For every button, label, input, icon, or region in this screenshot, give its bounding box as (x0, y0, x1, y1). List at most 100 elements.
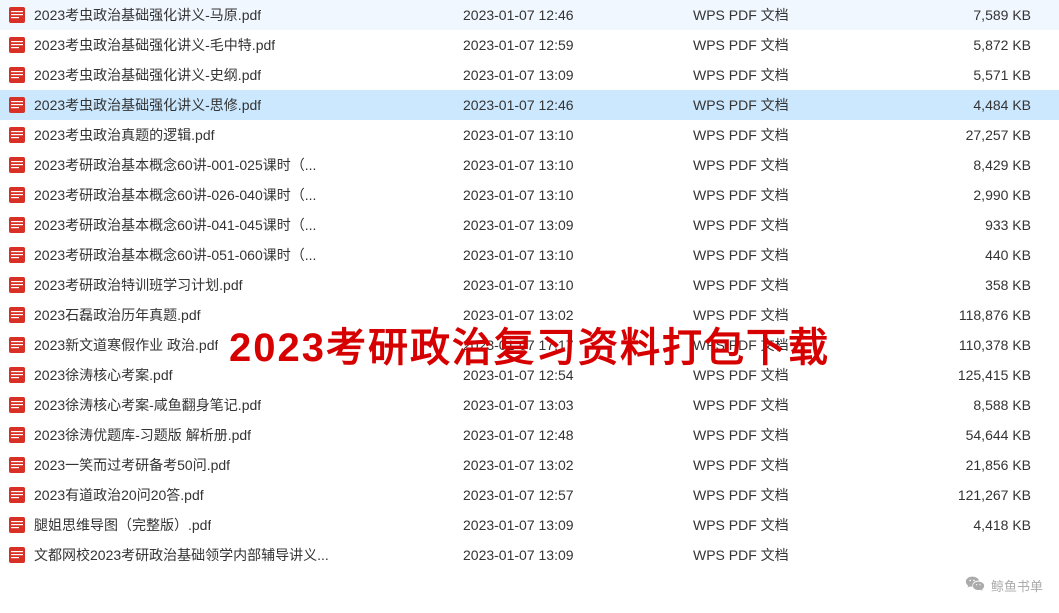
file-date: 2023-01-07 12:54 (463, 367, 693, 383)
file-size: 118,876 KB (893, 307, 1043, 323)
file-date: 2023-01-07 12:48 (463, 427, 693, 443)
file-name: 2023有道政治20问20答.pdf (34, 485, 204, 505)
file-name-cell: 2023新文道寒假作业 政治.pdf (8, 335, 463, 355)
file-type: WPS PDF 文档 (693, 365, 893, 385)
file-name-cell: 文都网校2023考研政治基础领学内部辅导讲义... (8, 545, 463, 565)
file-name-cell: 2023考研政治基本概念60讲-051-060课时（... (8, 245, 463, 265)
pdf-file-icon (8, 426, 26, 444)
file-name: 2023新文道寒假作业 政治.pdf (34, 335, 218, 355)
file-row[interactable]: 文都网校2023考研政治基础领学内部辅导讲义...2023-01-07 13:0… (0, 540, 1059, 570)
file-type: WPS PDF 文档 (693, 185, 893, 205)
file-name: 2023考研政治基本概念60讲-041-045课时（... (34, 215, 316, 235)
file-row[interactable]: 2023徐涛核心考案.pdf2023-01-07 12:54WPS PDF 文档… (0, 360, 1059, 390)
file-size: 440 KB (893, 247, 1043, 263)
file-size: 7,589 KB (893, 7, 1043, 23)
file-name: 2023一笑而过考研备考50问.pdf (34, 455, 230, 475)
file-name: 2023考研政治基本概念60讲-026-040课时（... (34, 185, 316, 205)
file-type: WPS PDF 文档 (693, 95, 893, 115)
pdf-file-icon (8, 96, 26, 114)
pdf-file-icon (8, 126, 26, 144)
pdf-file-icon (8, 396, 26, 414)
file-date: 2023-01-07 12:59 (463, 37, 693, 53)
wechat-icon (965, 575, 985, 595)
file-type: WPS PDF 文档 (693, 65, 893, 85)
pdf-file-icon (8, 156, 26, 174)
file-type: WPS PDF 文档 (693, 245, 893, 265)
file-date: 2023-01-07 12:46 (463, 97, 693, 113)
file-name: 2023考虫政治基础强化讲义-毛中特.pdf (34, 35, 275, 55)
file-name-cell: 2023考研政治基本概念60讲-026-040课时（... (8, 185, 463, 205)
file-name-cell: 2023考虫政治基础强化讲义-史纲.pdf (8, 65, 463, 85)
file-row[interactable]: 腿姐思维导图（完整版）.pdf2023-01-07 13:09WPS PDF 文… (0, 510, 1059, 540)
pdf-file-icon (8, 66, 26, 84)
file-size: 21,856 KB (893, 457, 1043, 473)
file-size: 5,872 KB (893, 37, 1043, 53)
file-name: 2023考虫政治基础强化讲义-思修.pdf (34, 95, 261, 115)
file-row[interactable]: 2023考虫政治基础强化讲义-毛中特.pdf 2023-01-07 12:59WP… (0, 30, 1059, 60)
file-type: WPS PDF 文档 (693, 35, 893, 55)
file-name-cell: 2023考虫政治基础强化讲义-思修.pdf (8, 95, 463, 115)
file-type: WPS PDF 文档 (693, 275, 893, 295)
file-date: 2023-01-07 13:09 (463, 67, 693, 83)
file-name-cell: 2023考虫政治基础强化讲义-毛中特.pdf (8, 35, 463, 55)
file-row[interactable]: 2023考虫政治真题的逻辑.pdf2023-01-07 13:10WPS PDF… (0, 120, 1059, 150)
file-date: 2023-01-07 13:03 (463, 397, 693, 413)
file-type: WPS PDF 文档 (693, 455, 893, 475)
file-size: 110,378 KB (893, 337, 1043, 353)
file-date: 2023-01-07 13:10 (463, 247, 693, 263)
file-type: WPS PDF 文档 (693, 485, 893, 505)
file-row[interactable]: 2023考研政治基本概念60讲-026-040课时（...2023-01-07 … (0, 180, 1059, 210)
file-row[interactable]: 2023一笑而过考研备考50问.pdf 2023-01-07 13:02WPS P… (0, 450, 1059, 480)
file-date: 2023-01-07 17:17 (463, 337, 693, 353)
file-name-cell: 2023考研政治基本概念60讲-001-025课时（... (8, 155, 463, 175)
file-row[interactable]: 2023考虫政治基础强化讲义-马原.pdf 2023-01-07 12:46WPS… (0, 0, 1059, 30)
file-type: WPS PDF 文档 (693, 5, 893, 25)
file-date: 2023-01-07 13:02 (463, 307, 693, 323)
pdf-file-icon (8, 276, 26, 294)
file-type: WPS PDF 文档 (693, 335, 893, 355)
file-date: 2023-01-07 12:46 (463, 7, 693, 23)
file-row[interactable]: 2023新文道寒假作业 政治.pdf 2023-01-07 17:17WPS PD… (0, 330, 1059, 360)
pdf-file-icon (8, 456, 26, 474)
file-type: WPS PDF 文档 (693, 155, 893, 175)
pdf-file-icon (8, 366, 26, 384)
file-row[interactable]: 2023考虫政治基础强化讲义-思修.pdf 2023-01-07 12:46WPS… (0, 90, 1059, 120)
file-size: 54,644 KB (893, 427, 1043, 443)
file-name: 2023考研政治基本概念60讲-051-060课时（... (34, 245, 316, 265)
file-row[interactable]: 2023考研政治基本概念60讲-051-060课时（... 2023-01-07 … (0, 240, 1059, 270)
file-size: 4,484 KB (893, 97, 1043, 113)
file-row[interactable]: 2023石磊政治历年真题.pdf2023-01-07 13:02WPS PDF … (0, 300, 1059, 330)
pdf-file-icon (8, 246, 26, 264)
file-type: WPS PDF 文档 (693, 125, 893, 145)
file-date: 2023-01-07 13:02 (463, 457, 693, 473)
file-row[interactable]: 2023考研政治基本概念60讲-041-045课时（... 2023-01-07 … (0, 210, 1059, 240)
file-name-cell: 2023考研政治基本概念60讲-041-045课时（... (8, 215, 463, 235)
file-size: 2,990 KB (893, 187, 1043, 203)
file-name: 2023徐涛优题库-习题版 解析册.pdf (34, 425, 251, 445)
pdf-file-icon (8, 546, 26, 564)
file-date: 2023-01-07 13:10 (463, 277, 693, 293)
file-name: 2023考虫政治基础强化讲义-马原.pdf (34, 5, 261, 25)
file-row[interactable]: 2023有道政治20问20答.pdf2023-01-07 12:57WPS PD… (0, 480, 1059, 510)
file-row[interactable]: 2023考虫政治基础强化讲义-史纲.pdf2023-01-07 13:09WPS… (0, 60, 1059, 90)
file-date: 2023-01-07 13:09 (463, 517, 693, 533)
pdf-file-icon (8, 516, 26, 534)
pdf-file-icon (8, 216, 26, 234)
file-size: 125,415 KB (893, 367, 1043, 383)
file-row[interactable]: 2023徐涛核心考案-咸鱼翻身笔记.pdf 2023-01-07 13:03WPS… (0, 390, 1059, 420)
file-name: 2023考研政治特训班学习计划.pdf (34, 275, 243, 295)
file-name: 腿姐思维导图（完整版）.pdf (34, 515, 211, 535)
file-name: 2023徐涛核心考案-咸鱼翻身笔记.pdf (34, 395, 261, 415)
pdf-file-icon (8, 486, 26, 504)
file-name-cell: 2023石磊政治历年真题.pdf (8, 305, 463, 325)
file-row[interactable]: 2023徐涛优题库-习题版 解析册.pdf2023-01-07 12:48WPS… (0, 420, 1059, 450)
file-row[interactable]: 2023考研政治基本概念60讲-001-025课时（...2023-01-07 … (0, 150, 1059, 180)
file-date: 2023-01-07 13:09 (463, 217, 693, 233)
file-name-cell: 2023一笑而过考研备考50问.pdf (8, 455, 463, 475)
file-type: WPS PDF 文档 (693, 395, 893, 415)
file-name-cell: 2023考虫政治真题的逻辑.pdf (8, 125, 463, 145)
file-row[interactable]: 2023考研政治特训班学习计划.pdf 2023-01-07 13:10WPS P… (0, 270, 1059, 300)
file-name-cell: 腿姐思维导图（完整版）.pdf (8, 515, 463, 535)
file-size: 8,429 KB (893, 157, 1043, 173)
file-size: 121,267 KB (893, 487, 1043, 503)
